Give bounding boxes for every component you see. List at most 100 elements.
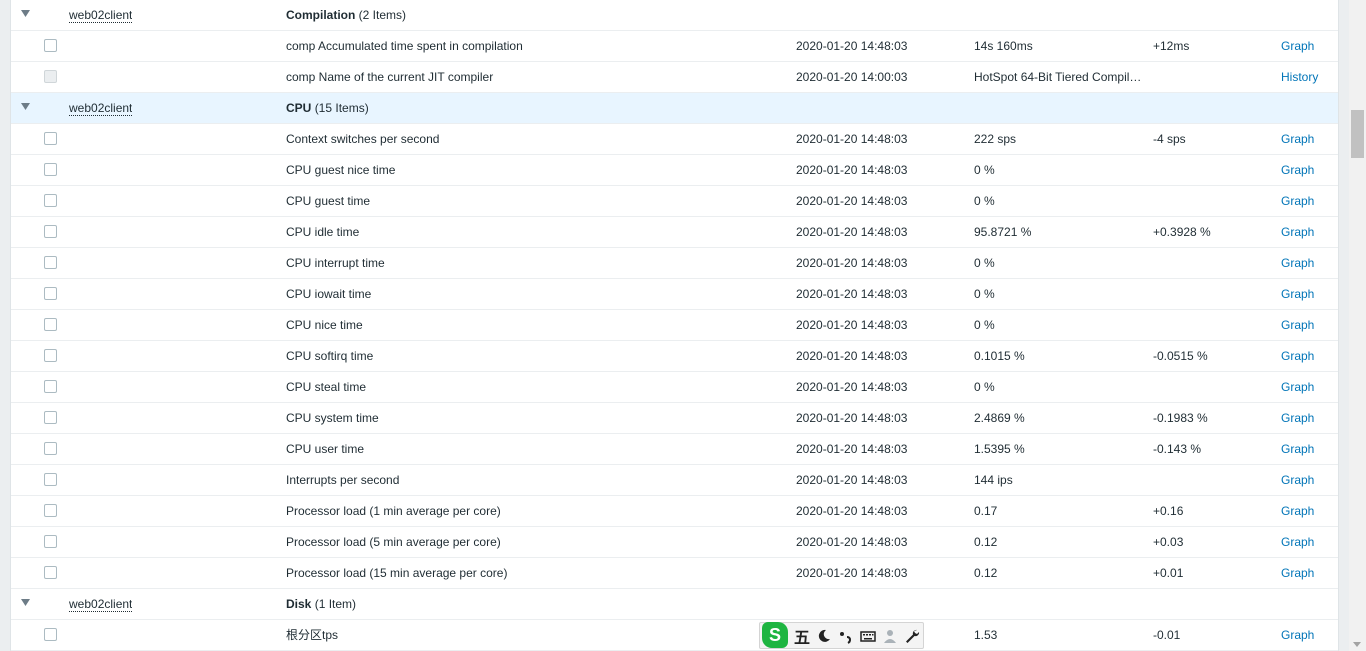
item-count: (2 Items) (358, 8, 407, 22)
last-check-time: 2020-01-20 14:48:03 (796, 256, 908, 270)
graph-link[interactable]: Graph (1281, 39, 1314, 53)
graph-link[interactable]: Graph (1281, 380, 1314, 394)
value-change: -0.143 % (1153, 442, 1202, 456)
item-checkbox[interactable] (44, 225, 58, 239)
item-checkbox[interactable] (44, 411, 58, 425)
scroll-down-arrow-icon[interactable] (1353, 642, 1361, 647)
checkbox-box[interactable] (44, 411, 57, 424)
last-value: 144 ips (974, 473, 1013, 487)
checkbox-box[interactable] (44, 225, 57, 238)
collapse-toggle-icon[interactable] (19, 93, 31, 123)
host-link[interactable]: web02client (69, 597, 133, 612)
graph-link[interactable]: Graph (1281, 225, 1314, 239)
item-checkbox[interactable] (44, 535, 58, 549)
graph-link[interactable]: Graph (1281, 163, 1314, 177)
value-change: -0.1983 % (1153, 411, 1208, 425)
graph-link[interactable]: Graph (1281, 349, 1314, 363)
checkbox-box[interactable] (44, 566, 57, 579)
item-checkbox[interactable] (44, 256, 58, 270)
item-checkbox[interactable] (44, 39, 58, 53)
item-name: Processor load (5 min average per core) (286, 535, 501, 549)
value-change: +0.03 (1153, 535, 1184, 549)
checkbox-box[interactable] (44, 504, 57, 517)
checkbox-box[interactable] (44, 163, 57, 176)
graph-link[interactable]: Graph (1281, 535, 1314, 549)
graph-link[interactable]: Graph (1281, 256, 1314, 270)
collapse-toggle-icon[interactable] (19, 589, 31, 619)
graph-link[interactable]: Graph (1281, 566, 1314, 580)
last-check-time: 2020-01-20 14:48:03 (796, 163, 908, 177)
item-action-cell: Graph (1281, 310, 1338, 340)
graph-link[interactable]: Graph (1281, 504, 1314, 518)
item-checkbox[interactable] (44, 194, 58, 208)
checkbox-box[interactable] (44, 535, 57, 548)
item-row: Processor load (5 min average per core) 2… (11, 527, 1338, 558)
graph-link[interactable]: Graph (1281, 442, 1314, 456)
collapse-toggle-icon[interactable] (19, 0, 31, 30)
checkbox-box[interactable] (44, 318, 57, 331)
item-checkbox[interactable] (44, 504, 58, 518)
checkbox-box[interactable] (44, 132, 57, 145)
last-check-time: 2020-01-20 14:48:03 (796, 411, 908, 425)
checkbox-box[interactable] (44, 256, 57, 269)
checkbox-box[interactable] (44, 442, 57, 455)
item-checkbox[interactable] (44, 380, 58, 394)
item-name: CPU guest nice time (286, 163, 396, 177)
item-checkbox[interactable] (44, 349, 58, 363)
value-change: -0.01 (1153, 628, 1181, 642)
item-action-cell: Graph (1281, 465, 1338, 495)
item-action-cell: Graph (1281, 558, 1338, 588)
item-row: 根分区tps 1.53 -0.01 Graph (11, 620, 1338, 651)
item-checkbox[interactable] (44, 566, 58, 580)
item-checkbox[interactable] (44, 442, 58, 456)
host-link[interactable]: web02client (69, 101, 133, 116)
moon-icon[interactable] (816, 628, 832, 644)
host-name[interactable]: web02client (69, 93, 133, 123)
graph-link[interactable]: Graph (1281, 628, 1314, 642)
item-checkbox[interactable] (44, 318, 58, 332)
item-action-cell: Graph (1281, 155, 1338, 185)
ime-mode-indicator[interactable]: 五 (794, 624, 810, 648)
checkbox-box[interactable] (44, 287, 57, 300)
item-action-cell: Graph (1281, 403, 1338, 433)
graph-link[interactable]: Graph (1281, 287, 1314, 301)
checkbox-box[interactable] (44, 380, 57, 393)
latest-data-table: web02client Compilation (2 Items) comp Acc… (10, 0, 1339, 651)
item-row: CPU user time 2020-01-20 14:48:03 1.5395 %… (11, 434, 1338, 465)
item-name: comp Name of the current JIT compiler (286, 70, 494, 84)
item-checkbox[interactable] (44, 287, 58, 301)
graph-link[interactable]: Graph (1281, 318, 1314, 332)
checkbox-box[interactable] (44, 628, 57, 641)
item-action-cell: Graph (1281, 124, 1338, 154)
scrollbar-thumb[interactable] (1351, 110, 1364, 158)
graph-link[interactable]: Graph (1281, 132, 1314, 146)
last-check-time: 2020-01-20 14:48:03 (796, 535, 908, 549)
item-row: CPU iowait time 2020-01-20 14:48:03 0 % Gra… (11, 279, 1338, 310)
keyboard-icon[interactable] (860, 628, 876, 644)
graph-link[interactable]: Graph (1281, 473, 1314, 487)
sogou-logo-icon[interactable]: S (762, 621, 788, 648)
user-icon[interactable] (882, 628, 898, 644)
value-change: +0.01 (1153, 566, 1184, 580)
checkbox-box[interactable] (44, 39, 57, 52)
checkbox-box[interactable] (44, 349, 57, 362)
wrench-icon[interactable] (904, 628, 920, 644)
graph-link[interactable]: Graph (1281, 194, 1314, 208)
item-checkbox[interactable] (44, 473, 58, 487)
vertical-scrollbar[interactable] (1349, 0, 1366, 651)
item-checkbox[interactable] (44, 163, 58, 177)
history-link[interactable]: History (1281, 70, 1318, 84)
item-checkbox (44, 70, 58, 84)
host-link[interactable]: web02client (69, 8, 133, 23)
item-name: CPU guest time (286, 194, 371, 208)
host-name[interactable]: web02client (69, 589, 133, 619)
last-check-time: 2020-01-20 14:48:03 (796, 318, 908, 332)
graph-link[interactable]: Graph (1281, 411, 1314, 425)
host-name[interactable]: web02client (69, 0, 133, 30)
punctuation-icon[interactable] (838, 628, 854, 644)
checkbox-box[interactable] (44, 473, 57, 486)
item-action-cell: Graph (1281, 186, 1338, 216)
checkbox-box[interactable] (44, 194, 57, 207)
item-checkbox[interactable] (44, 628, 58, 642)
item-checkbox[interactable] (44, 132, 58, 146)
